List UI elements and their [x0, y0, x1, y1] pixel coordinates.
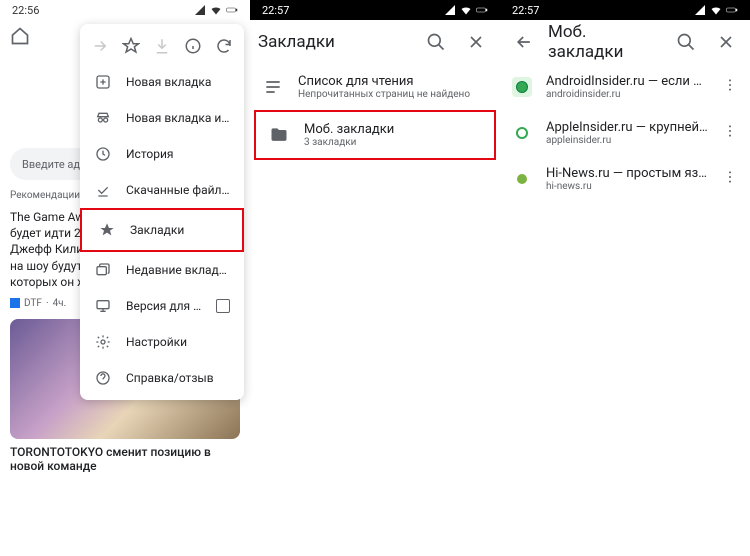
status-time: 22:57: [512, 4, 539, 17]
menu-downloads[interactable]: Скачанные файлы: [80, 172, 244, 208]
mobile-bookmarks-folder[interactable]: Моб. закладки 3 закладки: [256, 112, 494, 158]
menu-help[interactable]: Справка/отзыв: [80, 360, 244, 396]
favicon: [512, 169, 532, 189]
forward-icon: [88, 34, 112, 58]
menu-incognito[interactable]: Новая вкладка инкогн...: [80, 100, 244, 136]
battery-icon: [476, 4, 488, 16]
desktop-icon: [94, 298, 112, 314]
checkbox[interactable]: [216, 299, 230, 313]
status-bar: 22:57: [500, 0, 750, 20]
home-icon[interactable]: [4, 20, 36, 52]
search-button[interactable]: [420, 26, 452, 58]
download-done-icon: [94, 182, 112, 198]
article-title[interactable]: TORONTOTOKYO сменит позицию в новой кома…: [0, 445, 250, 473]
page-title: Закладки: [258, 32, 412, 52]
status-bar: 22:57: [250, 0, 500, 20]
favicon: [512, 123, 532, 143]
tabs-icon: [94, 262, 112, 278]
status-bar: 22:56: [0, 0, 250, 20]
signal-icon: [444, 4, 456, 16]
overflow-menu: Новая вкладка Новая вкладка инкогн... Ис…: [80, 24, 244, 400]
page-title: Моб. закладки: [548, 22, 662, 62]
menu-bookmarks[interactable]: Закладки: [84, 212, 240, 248]
download-icon: [150, 34, 174, 58]
refresh-icon[interactable]: [212, 34, 236, 58]
close-button[interactable]: [460, 26, 492, 58]
bookmark-item[interactable]: Hi-News.ru — простым языком о н... hi-ne…: [500, 156, 750, 202]
toolbar: Закладки: [250, 20, 500, 64]
reading-list-item[interactable]: Список для чтения Непрочитанных страниц …: [250, 64, 500, 110]
star-filled-icon: [98, 222, 116, 238]
menu-new-tab[interactable]: Новая вкладка: [80, 64, 244, 100]
status-time: 22:57: [262, 4, 289, 17]
menu-recent-tabs[interactable]: Недавние вкладки: [80, 252, 244, 288]
history-icon: [94, 146, 112, 162]
source-icon: [10, 298, 20, 308]
more-icon[interactable]: [722, 123, 738, 143]
signal-icon: [694, 4, 706, 16]
plus-square-icon: [94, 74, 112, 90]
menu-history[interactable]: История: [80, 136, 244, 172]
more-icon[interactable]: [722, 169, 738, 189]
wifi-icon: [210, 4, 222, 16]
gear-icon: [94, 334, 112, 350]
menu-settings[interactable]: Настройки: [80, 324, 244, 360]
back-button[interactable]: [508, 26, 540, 58]
incognito-icon: [94, 110, 112, 126]
signal-icon: [194, 4, 206, 16]
favicon: [512, 77, 532, 97]
wifi-icon: [710, 4, 722, 16]
search-button[interactable]: [670, 26, 702, 58]
star-icon[interactable]: [119, 34, 143, 58]
help-icon: [94, 370, 112, 386]
menu-desktop-site[interactable]: Версия для ПК: [80, 288, 244, 324]
reading-list-icon: [262, 76, 284, 98]
battery-icon: [726, 4, 738, 16]
toolbar: Моб. закладки: [500, 20, 750, 64]
bookmark-item[interactable]: AndroidInsider.ru — если у вас сма... an…: [500, 64, 750, 110]
folder-icon: [268, 124, 290, 146]
bookmark-item[interactable]: AppleInsider.ru — крупнейший сайт... app…: [500, 110, 750, 156]
close-button[interactable]: [710, 26, 742, 58]
wifi-icon: [460, 4, 472, 16]
more-icon[interactable]: [722, 77, 738, 97]
battery-icon: [226, 4, 238, 16]
status-time: 22:56: [12, 4, 39, 17]
info-icon[interactable]: [181, 34, 205, 58]
